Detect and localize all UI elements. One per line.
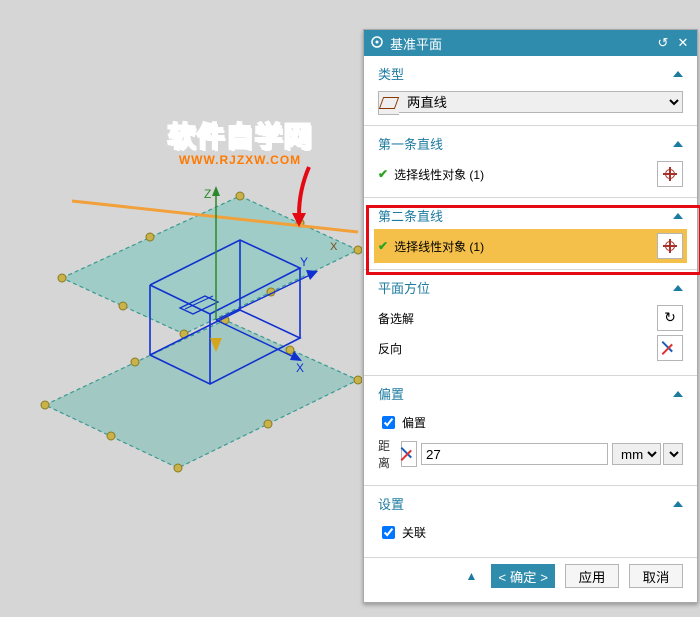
group-head-orient[interactable]: 平面方位 [378,278,683,297]
unit-select[interactable]: mm [612,443,661,465]
close-icon[interactable]: ✕ [675,35,691,51]
viewport-3d[interactable]: Z X Y X 软件自学网 WWW.RJZXW.COM [0,0,362,617]
plane-type-icon [378,91,399,115]
line1-pick-button[interactable] [657,161,683,187]
line1-pick-label: 选择线性对象 (1) [394,166,651,183]
line1-pick-row[interactable]: ✔ 选择线性对象 (1) [378,161,683,187]
group-head-line1[interactable]: 第一条直线 [378,134,683,153]
panel-footer: ▲ < 确定 > 应用 取消 [364,557,697,598]
group-type: 类型 两直线 [364,56,697,125]
panel-title: 基准平面 [390,34,651,53]
offset-checkbox[interactable] [382,416,395,429]
group-settings: 设置 关联 [364,485,697,557]
reverse-label: 反向 [378,340,657,357]
type-combo[interactable]: 两直线 [378,91,683,115]
axis-y-label: Y [300,255,308,269]
svg-text:X: X [330,241,338,253]
swap-icon [402,447,416,461]
axis-z-label: Z [204,187,211,201]
distance-extra-select[interactable] [663,443,683,465]
group-head-line2[interactable]: 第二条直线 [378,206,683,225]
line2-pick-row[interactable]: ✔ 选择线性对象 (1) [374,229,687,263]
assoc-checkbox-label: 关联 [402,524,426,541]
distance-mode-button[interactable] [401,441,417,467]
reverse-icon [663,341,677,355]
reverse-button[interactable] [657,335,683,361]
panel-header[interactable]: 基准平面 ↺ ✕ [364,30,697,56]
alternate-label: 备选解 [378,310,657,327]
datum-plane-panel: 基准平面 ↺ ✕ 类型 两直线 第一条直 [363,29,698,603]
offset-checkbox-wrap[interactable]: 偏置 [378,413,426,432]
collapse-all-icon[interactable]: ▲ [461,569,481,583]
ok-button[interactable]: < 确定 > [491,564,555,588]
alternate-button[interactable]: ↻ [657,305,683,331]
group-head-settings[interactable]: 设置 [378,494,683,513]
cancel-button[interactable]: 取消 [629,564,683,588]
line2-pick-label: 选择线性对象 (1) [394,238,651,255]
caret-up-icon [673,71,683,77]
assoc-checkbox[interactable] [382,526,395,539]
group-offset: 偏置 偏置 距离 mm [364,375,697,485]
caret-up-icon [673,391,683,397]
distance-input[interactable] [421,443,608,465]
crosshair-icon [663,167,677,181]
apply-button[interactable]: 应用 [565,564,619,588]
group-orient: 平面方位 备选解 ↻ 反向 [364,269,697,375]
line2-pick-button[interactable] [657,233,683,259]
check-icon: ✔ [378,167,388,181]
group-line2: 第二条直线 ✔ 选择线性对象 (1) [364,197,697,269]
group-head-offset[interactable]: 偏置 [378,384,683,403]
group-head-type[interactable]: 类型 [378,64,683,83]
undo-icon[interactable]: ↺ [655,35,671,51]
caret-up-icon [673,213,683,219]
distance-label: 距离 [378,437,401,471]
gear-icon [370,35,384,52]
caret-up-icon [673,285,683,291]
caret-up-icon [673,501,683,507]
type-select[interactable]: 两直线 [399,91,683,113]
crosshair-icon [663,239,677,253]
caret-up-icon [673,141,683,147]
offset-checkbox-label: 偏置 [402,414,426,431]
cycle-icon: ↻ [664,310,676,327]
group-line1: 第一条直线 ✔ 选择线性对象 (1) [364,125,697,197]
axis-x-label: X [296,361,304,375]
check-icon: ✔ [378,239,388,253]
assoc-checkbox-wrap[interactable]: 关联 [378,523,426,542]
